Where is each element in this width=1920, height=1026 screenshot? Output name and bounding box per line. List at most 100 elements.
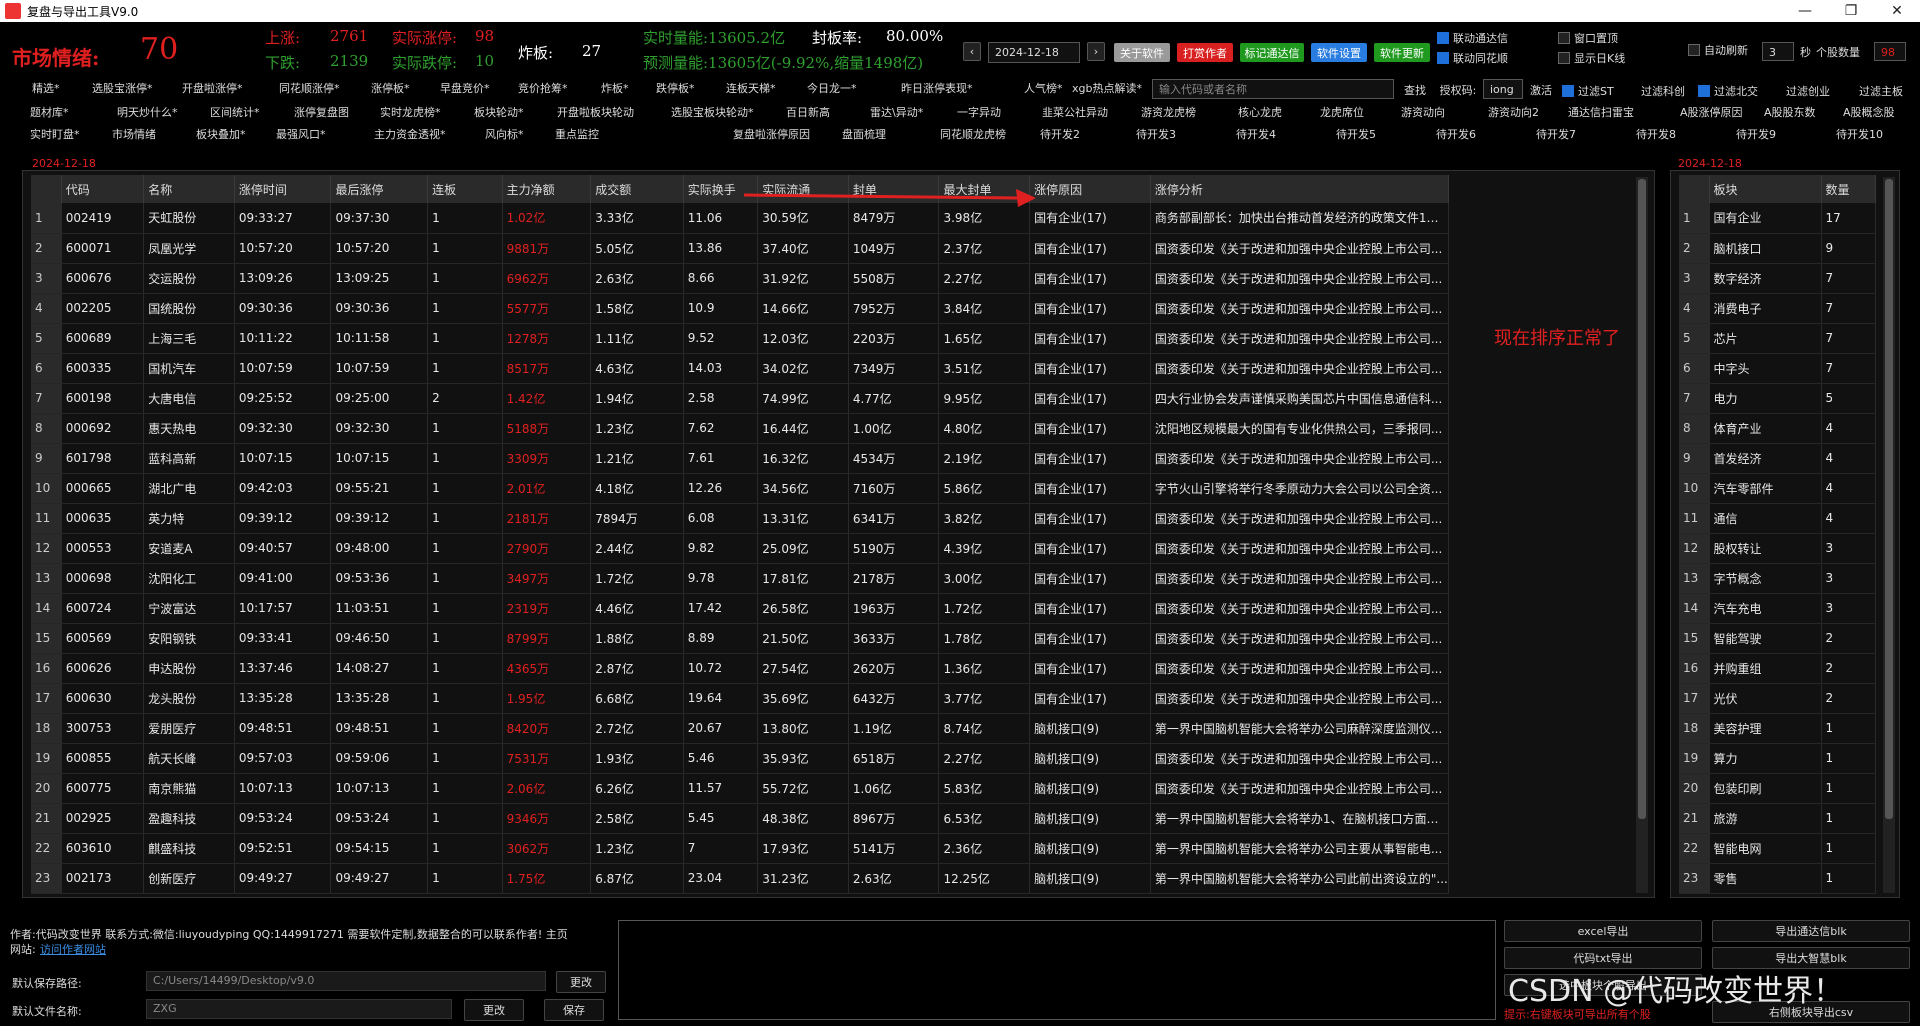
filter-st-checkbox[interactable]: 过滤ST bbox=[1562, 83, 1614, 99]
mark-tdx-button[interactable]: 标记通达信 bbox=[1240, 43, 1304, 62]
sector-row[interactable]: 12 股权转让 3 bbox=[1679, 533, 1876, 564]
close-icon[interactable]: ✕ bbox=[1874, 3, 1920, 19]
filter-kc-checkbox[interactable]: 过滤科创 bbox=[1625, 83, 1685, 99]
table-row[interactable]: 11 000635 英力特 09:39:12 09:39:12 1 2181万 7894万 6.… bbox=[31, 503, 1450, 534]
table-row[interactable]: 15 600569 安阳钢铁 09:33:41 09:46:50 1 8799万 1.88亿 8… bbox=[31, 623, 1450, 654]
sector-row[interactable]: 2 脑机接口 9 bbox=[1679, 233, 1876, 264]
toolbar1-item[interactable]: 炸板* bbox=[601, 78, 629, 100]
toolbar1-item[interactable]: 开盘啦涨停* bbox=[182, 78, 243, 100]
link-ths-checkbox[interactable]: 联动同花顺 bbox=[1437, 50, 1508, 66]
update-button[interactable]: 软件更新 bbox=[1374, 43, 1430, 62]
table-row[interactable]: 5 600689 上海三毛 10:11:22 10:11:58 1 1278万 1.11亿 9.… bbox=[31, 323, 1450, 354]
pin-window-checkbox[interactable]: 窗口置顶 bbox=[1558, 30, 1618, 46]
table-row[interactable]: 21 002925 盈趣科技 09:53:24 09:53:24 1 9346万 2.58亿 5… bbox=[31, 803, 1450, 834]
table-row[interactable]: 12 000553 安道麦A 09:40:57 09:48:00 1 2790万 2.44亿 9… bbox=[31, 533, 1450, 564]
toolbar1-item[interactable]: 早盘竞价* bbox=[440, 78, 490, 100]
table-scrollbar[interactable] bbox=[1636, 177, 1648, 893]
toolbar3-item[interactable]: 待开发4 bbox=[1236, 124, 1276, 146]
column-header[interactable]: 涨停原因 bbox=[1029, 175, 1151, 203]
toolbar3-item[interactable]: 主力资金透视* bbox=[374, 124, 446, 146]
file-name-input[interactable]: ZXG bbox=[146, 999, 452, 1019]
sector-row[interactable]: 22 智能电网 1 bbox=[1679, 833, 1876, 864]
column-header[interactable] bbox=[1679, 175, 1710, 203]
minimize-icon[interactable]: — bbox=[1782, 3, 1828, 19]
table-row[interactable]: 7 600198 大唐电信 09:25:52 09:25:00 2 1.42亿 1.94亿 2.… bbox=[31, 383, 1450, 414]
link-tdx-checkbox[interactable]: 联动通达信 bbox=[1437, 30, 1508, 46]
refresh-interval-input[interactable]: 3 bbox=[1762, 42, 1794, 61]
change-name-button[interactable]: 更改 bbox=[464, 999, 524, 1021]
sector-row[interactable]: 19 算力 1 bbox=[1679, 743, 1876, 774]
toolbar3-item[interactable]: 实时盯盘* bbox=[30, 124, 80, 146]
table-row[interactable]: 18 300753 爱朋医疗 09:48:51 09:48:51 1 8420万 2.72亿 2… bbox=[31, 713, 1450, 744]
show-day-k-checkbox[interactable]: 显示日K线 bbox=[1558, 50, 1625, 66]
toolbar3-item[interactable]: 同花顺龙虎榜 bbox=[940, 124, 1006, 146]
table-row[interactable]: 2 600071 凤凰光学 10:57:20 10:57:20 1 9881万 5.05亿 13… bbox=[31, 233, 1450, 264]
toolbar1-item[interactable]: 涨停板* bbox=[371, 78, 410, 100]
filter-bj-checkbox[interactable]: 过滤北交 bbox=[1698, 83, 1758, 99]
toolbar2-item[interactable]: 韭菜公社异动 bbox=[1042, 102, 1108, 124]
prev-date-button[interactable]: ‹ bbox=[963, 42, 981, 61]
reward-button[interactable]: 打赏作者 bbox=[1177, 43, 1233, 62]
toolbar2-item[interactable]: 题材库* bbox=[30, 102, 69, 124]
sector-scrollbar[interactable] bbox=[1883, 177, 1895, 893]
filter-main-checkbox[interactable]: 过滤主板 bbox=[1843, 83, 1903, 99]
sector-row[interactable]: 15 智能驾驶 2 bbox=[1679, 623, 1876, 654]
column-header[interactable]: 成交额 bbox=[590, 175, 684, 203]
toolbar2-item[interactable]: 核心龙虎 bbox=[1238, 102, 1282, 124]
toolbar2-item[interactable]: 一字异动 bbox=[957, 102, 1001, 124]
toolbar2-item[interactable]: 百日新高 bbox=[786, 102, 830, 124]
toolbar2-item[interactable]: 涨停复盘图 bbox=[294, 102, 349, 124]
column-header[interactable]: 涨停分析 bbox=[1150, 175, 1450, 203]
sector-row[interactable]: 7 电力 5 bbox=[1679, 383, 1876, 414]
sector-row[interactable]: 9 首发经济 4 bbox=[1679, 443, 1876, 474]
toolbar3-item[interactable]: 复盘啦涨停原因 bbox=[733, 124, 810, 146]
sector-row[interactable]: 6 中字头 7 bbox=[1679, 353, 1876, 384]
sector-row[interactable]: 4 消费电子 7 bbox=[1679, 293, 1876, 324]
toolbar2-item[interactable]: 游资动向 bbox=[1401, 102, 1445, 124]
toolbar3-item[interactable]: 盘面梳理 bbox=[842, 124, 886, 146]
table-row[interactable]: 8 000692 惠天热电 09:32:30 09:32:30 1 5188万 1.23亿 7.… bbox=[31, 413, 1450, 444]
toolbar2-item[interactable]: A股涨停原因 bbox=[1680, 102, 1743, 124]
toolbar2-item[interactable]: 游资龙虎榜 bbox=[1141, 102, 1196, 124]
column-header[interactable]: 名称 bbox=[143, 175, 235, 203]
toolbar2-item[interactable]: 选股宝板块轮动* bbox=[671, 102, 754, 124]
toolbar3-item[interactable]: 市场情绪 bbox=[112, 124, 156, 146]
toolbar2-item[interactable]: A股概念股 bbox=[1843, 102, 1895, 124]
sector-row[interactable]: 8 体育产业 4 bbox=[1679, 413, 1876, 444]
table-row[interactable]: 6 600335 国机汽车 10:07:59 10:07:59 1 8517万 4.63亿 14… bbox=[31, 353, 1450, 384]
next-date-button[interactable]: › bbox=[1087, 42, 1105, 61]
toolbar2-item[interactable]: 板块轮动* bbox=[474, 102, 524, 124]
column-header[interactable]: 代码 bbox=[61, 175, 145, 203]
auto-refresh-checkbox[interactable]: 自动刷新 bbox=[1688, 42, 1748, 58]
excel-export-button[interactable]: excel导出 bbox=[1504, 920, 1702, 942]
author-site-link[interactable]: 访问作者网站 bbox=[40, 941, 106, 957]
column-header[interactable]: 连板 bbox=[427, 175, 503, 203]
toolbar2-item[interactable]: 实时龙虎榜* bbox=[380, 102, 441, 124]
table-row[interactable]: 22 603610 麒盛科技 09:52:51 09:54:15 1 3062万 1.23亿 7… bbox=[31, 833, 1450, 864]
toolbar1-item[interactable]: 同花顺涨停* bbox=[279, 78, 340, 100]
toolbar2-item[interactable]: A股股东数 bbox=[1764, 102, 1816, 124]
toolbar1-item[interactable]: 人气榜* bbox=[1024, 78, 1063, 100]
sector-row[interactable]: 16 并购重组 2 bbox=[1679, 653, 1876, 684]
sector-row[interactable]: 3 数字经济 7 bbox=[1679, 263, 1876, 294]
activate-button[interactable]: 激活 bbox=[1526, 80, 1556, 99]
table-row[interactable]: 17 600630 龙头股份 13:35:28 13:35:28 1 1.95亿 6.68亿 1… bbox=[31, 683, 1450, 714]
limit-up-table[interactable]: 代码 名称 涨停时间 最后涨停 连板 主力净额 成交额 实际换手 实际流通 封单 最大封单 涨停原因涨… bbox=[31, 175, 1450, 894]
save-path-input[interactable]: C:/Users/14499/Desktop/v9.0 bbox=[146, 971, 546, 991]
sector-row[interactable]: 23 零售 1 bbox=[1679, 863, 1876, 894]
toolbar1-item[interactable]: 竞价抢筹* bbox=[518, 78, 568, 100]
toolbar3-item[interactable]: 待开发2 bbox=[1040, 124, 1080, 146]
column-header[interactable]: 涨停时间 bbox=[234, 175, 332, 203]
toolbar2-item[interactable]: 通达信扫雷宝 bbox=[1568, 102, 1634, 124]
column-header[interactable]: 最后涨停 bbox=[330, 175, 429, 203]
sector-row[interactable]: 11 通信 4 bbox=[1679, 503, 1876, 534]
sector-row[interactable]: 20 包装印刷 1 bbox=[1679, 773, 1876, 804]
toolbar2-item[interactable]: 龙虎席位 bbox=[1320, 102, 1364, 124]
toolbar2-item[interactable]: 雷达\异动* bbox=[870, 102, 923, 124]
toolbar2-item[interactable]: 区间统计* bbox=[210, 102, 260, 124]
table-row[interactable]: 16 600626 申达股份 13:37:46 14:08:27 1 4365万 2.87亿 1… bbox=[31, 653, 1450, 684]
table-row[interactable]: 19 600855 航天长峰 09:57:03 09:59:06 1 7531万 1.93亿 5… bbox=[31, 743, 1450, 774]
toolbar3-item[interactable]: 板块叠加* bbox=[196, 124, 246, 146]
table-row[interactable]: 9 601798 蓝科高新 10:07:15 10:07:15 1 3309万 1.21亿 7.… bbox=[31, 443, 1450, 474]
toolbar2-item[interactable]: 游资动向2 bbox=[1488, 102, 1539, 124]
